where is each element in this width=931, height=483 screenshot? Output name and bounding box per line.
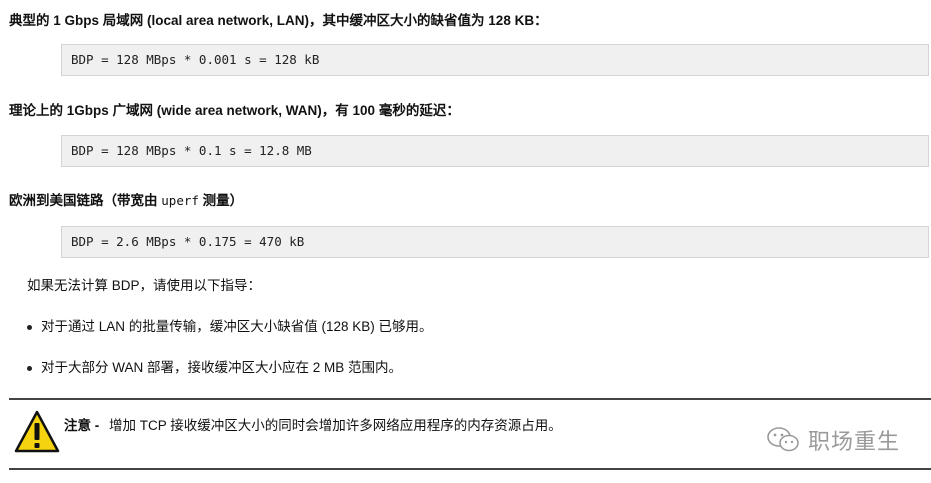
heading-eu-us-prefix: 欧洲到美国链路（带宽由 (9, 193, 162, 208)
warning-triangle-icon (14, 410, 60, 453)
list-item: 对于大部分 WAN 部署，接收缓冲区大小应在 2 MB 范围内。 (27, 358, 402, 378)
heading-eu-us-suffix: 测量） (198, 193, 244, 208)
list-item: 对于通过 LAN 的批量传输，缓冲区大小缺省值 (128 KB) 已够用。 (27, 317, 433, 337)
note-text: 注意 - 增加 TCP 接收缓冲区大小的同时会增加许多网络应用程序的内存资源占用… (64, 416, 562, 436)
heading-wan: 理论上的 1Gbps 广域网 (wide area network, WAN)，… (9, 103, 460, 118)
heading-eu-us: 欧洲到美国链路（带宽由 uperf 测量） (9, 191, 243, 211)
watermark-text: 职场重生 (808, 429, 901, 454)
watermark: 职场重生 (766, 424, 900, 456)
bullet-icon (27, 365, 32, 371)
note-label: 注意 - (64, 418, 100, 433)
list-item-text: 对于大部分 WAN 部署，接收缓冲区大小应在 2 MB 范围内。 (41, 360, 403, 375)
list-item-text: 对于通过 LAN 的批量传输，缓冲区大小缺省值 (128 KB) 已够用。 (41, 319, 433, 334)
wechat-icon (767, 427, 799, 452)
code-block-eu-us: BDP = 2.6 MBps * 0.175 = 470 kB (61, 226, 929, 258)
note-body: 增加 TCP 接收缓冲区大小的同时会增加许多网络应用程序的内存资源占用。 (109, 418, 562, 433)
note-bottom-divider (9, 468, 931, 470)
code-block-lan: BDP = 128 MBps * 0.001 s = 128 kB (61, 44, 929, 76)
guidance-paragraph: 如果无法计算 BDP，请使用以下指导： (27, 278, 262, 293)
heading-lan: 典型的 1 Gbps 局域网 (local area network, LAN)… (9, 13, 548, 28)
uperf-code: uperf (161, 193, 199, 208)
note-top-divider (9, 398, 931, 400)
bullet-icon (27, 324, 32, 330)
code-block-wan: BDP = 128 MBps * 0.1 s = 12.8 MB (61, 135, 929, 167)
